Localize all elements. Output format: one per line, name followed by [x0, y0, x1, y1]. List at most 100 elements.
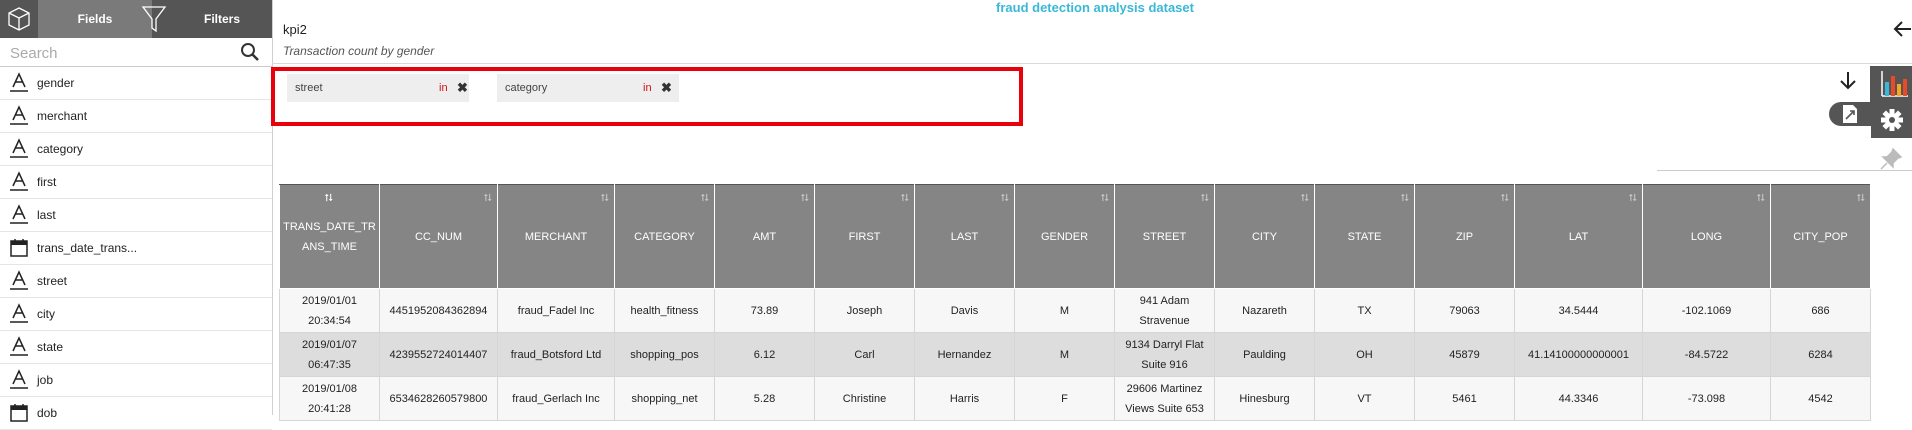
filter-funnel-icon[interactable]: [136, 0, 172, 38]
pin-icon[interactable]: [1878, 146, 1904, 177]
column-header-label: STATE: [1347, 230, 1382, 243]
sort-arrows-icon[interactable]: ⭡⭣: [1757, 189, 1765, 209]
search-icon[interactable]: [240, 42, 260, 67]
column-header-label: CC_NUM: [414, 230, 463, 243]
column-header-amt[interactable]: ⭡⭣ AMT: [714, 184, 815, 289]
field-item-dob[interactable]: dob: [0, 397, 272, 430]
table-row[interactable]: 2019/01/01 20:34:54 4451952084362894 fraud…: [279, 288, 1871, 333]
field-item-city[interactable]: city: [0, 298, 272, 331]
column-header-long[interactable]: ⭡⭣ LONG: [1642, 184, 1771, 289]
table-cell: -84.5722: [1642, 332, 1771, 377]
sort-arrows-icon[interactable]: ⭡⭣: [1001, 189, 1009, 209]
tab-fields[interactable]: Fields: [38, 0, 152, 38]
field-search: [0, 38, 272, 67]
field-list: gender merchant category first last trans_dat…: [0, 67, 272, 430]
table-row[interactable]: 2019/01/08 20:41:28 6534628260579800 fraud…: [279, 376, 1871, 421]
filter-operator[interactable]: in: [643, 82, 652, 94]
table-cell: M: [1014, 288, 1115, 333]
filter-bar: street in ✖ category in ✖: [271, 67, 1023, 126]
sort-arrows-icon[interactable]: ⭡⭣: [484, 189, 492, 209]
table-cell: health_fitness: [614, 288, 715, 333]
sort-arrows-icon[interactable]: ⭡⭣: [1401, 189, 1409, 209]
sort-arrows-icon[interactable]: ⭡⭣: [801, 189, 809, 209]
export-pdf-button[interactable]: [1829, 102, 1871, 126]
field-item-job[interactable]: job: [0, 364, 272, 397]
column-header-zip[interactable]: ⭡⭣ ZIP: [1414, 184, 1515, 289]
column-header-cc-num[interactable]: ⭡⭣ CC_NUM: [379, 184, 498, 289]
search-input[interactable]: [8, 42, 232, 64]
field-item-trans-date-trans[interactable]: trans_date_trans...: [0, 232, 272, 265]
column-header-city-pop[interactable]: ⭡⭣ CITY_POP: [1770, 184, 1871, 289]
text-type-icon: [9, 138, 29, 160]
filter-field-label: category: [505, 82, 548, 94]
column-header-category[interactable]: ⭡⭣ CATEGORY: [614, 184, 715, 289]
text-type-icon: [9, 72, 29, 94]
settings-button[interactable]: [1871, 102, 1912, 138]
sort-arrows-icon[interactable]: ⭡⭣: [1101, 189, 1109, 209]
column-header-state[interactable]: ⭡⭣ STATE: [1314, 184, 1415, 289]
field-label: last: [37, 208, 56, 222]
sort-arrows-icon[interactable]: ⭡⭣: [1501, 189, 1509, 209]
column-header-trans-date-trans-time[interactable]: ⭡⭣ TRANS_DATE_TRANS_TIME: [279, 184, 380, 289]
table-row[interactable]: 2019/01/07 06:47:35 4239552724014407 fraud…: [279, 332, 1871, 377]
table-cell: fraud_Gerlach Inc: [497, 376, 615, 421]
column-header-city[interactable]: ⭡⭣ CITY: [1214, 184, 1315, 289]
filter-chip-street[interactable]: street in ✖: [287, 74, 469, 102]
column-header-label: ZIP: [1455, 230, 1474, 243]
table-cell: 941 Adam Stravenue: [1114, 288, 1215, 333]
tab-filters[interactable]: Filters: [172, 0, 272, 38]
table-cell: Nazareth: [1214, 288, 1315, 333]
table-cell: 5461: [1414, 376, 1515, 421]
table-cell: 79063: [1414, 288, 1515, 333]
filter-operator[interactable]: in: [439, 82, 448, 94]
sort-arrows-icon[interactable]: ⭡⭣: [1857, 189, 1865, 209]
table-cell: 4239552724014407: [379, 332, 498, 377]
table-cell: 6534628260579800: [379, 376, 498, 421]
header-divider: [272, 63, 1912, 64]
text-type-icon: [9, 369, 29, 391]
dataset-cube-icon[interactable]: [0, 0, 38, 38]
export-document-icon: [1843, 105, 1857, 123]
sort-arrows-icon[interactable]: ⭡⭣: [1301, 189, 1309, 209]
column-header-street[interactable]: ⭡⭣ STREET: [1114, 184, 1215, 289]
remove-filter-icon[interactable]: ✖: [457, 80, 468, 96]
remove-filter-icon[interactable]: ✖: [661, 80, 672, 96]
field-item-gender[interactable]: gender: [0, 67, 272, 100]
table-cell: 45879: [1414, 332, 1515, 377]
column-header-gender[interactable]: ⭡⭣ GENDER: [1014, 184, 1115, 289]
column-header-merchant[interactable]: ⭡⭣ MERCHANT: [497, 184, 615, 289]
field-label: merchant: [37, 109, 88, 123]
field-item-last[interactable]: last: [0, 199, 272, 232]
field-item-category[interactable]: category: [0, 133, 272, 166]
text-type-icon: [9, 303, 29, 325]
table-cell: 41.14100000000001: [1514, 332, 1643, 377]
column-header-label: LAST: [950, 230, 979, 243]
sort-arrows-icon[interactable]: ⭡⭣: [1201, 189, 1209, 209]
field-label: state: [37, 340, 64, 354]
column-header-label: LAT: [1568, 230, 1589, 243]
sort-arrows-icon[interactable]: ⭡⭣: [601, 189, 609, 209]
sort-arrows-icon[interactable]: ⭡⭣: [901, 189, 909, 209]
field-item-first[interactable]: first: [0, 166, 272, 199]
column-header-lat[interactable]: ⭡⭣ LAT: [1514, 184, 1643, 289]
column-header-label: STREET: [1142, 230, 1187, 243]
table-cell: fraud_Botsford Ltd: [497, 332, 615, 377]
field-item-merchant[interactable]: merchant: [0, 100, 272, 133]
table-cell: 6284: [1770, 332, 1871, 377]
download-icon[interactable]: [1838, 70, 1858, 97]
chart-type-button[interactable]: [1870, 66, 1912, 102]
field-item-street[interactable]: street: [0, 265, 272, 298]
back-arrow-icon[interactable]: [1893, 18, 1912, 40]
calendar-icon: [9, 402, 29, 424]
column-header-last[interactable]: ⭡⭣ LAST: [914, 184, 1015, 289]
column-header-label: CATEGORY: [634, 230, 695, 243]
sort-arrows-icon[interactable]: ⭡⭣: [701, 189, 709, 209]
text-type-icon: [9, 171, 29, 193]
filter-chip-category[interactable]: category in ✖: [497, 74, 679, 102]
sort-arrows-icon[interactable]: ⭡⭣: [1629, 189, 1637, 209]
column-header-first[interactable]: ⭡⭣ FIRST: [814, 184, 915, 289]
field-item-state[interactable]: state: [0, 331, 272, 364]
sort-arrows-icon[interactable]: ⭡⭣: [325, 189, 333, 209]
field-label: first: [37, 175, 57, 189]
text-type-icon: [9, 105, 29, 127]
